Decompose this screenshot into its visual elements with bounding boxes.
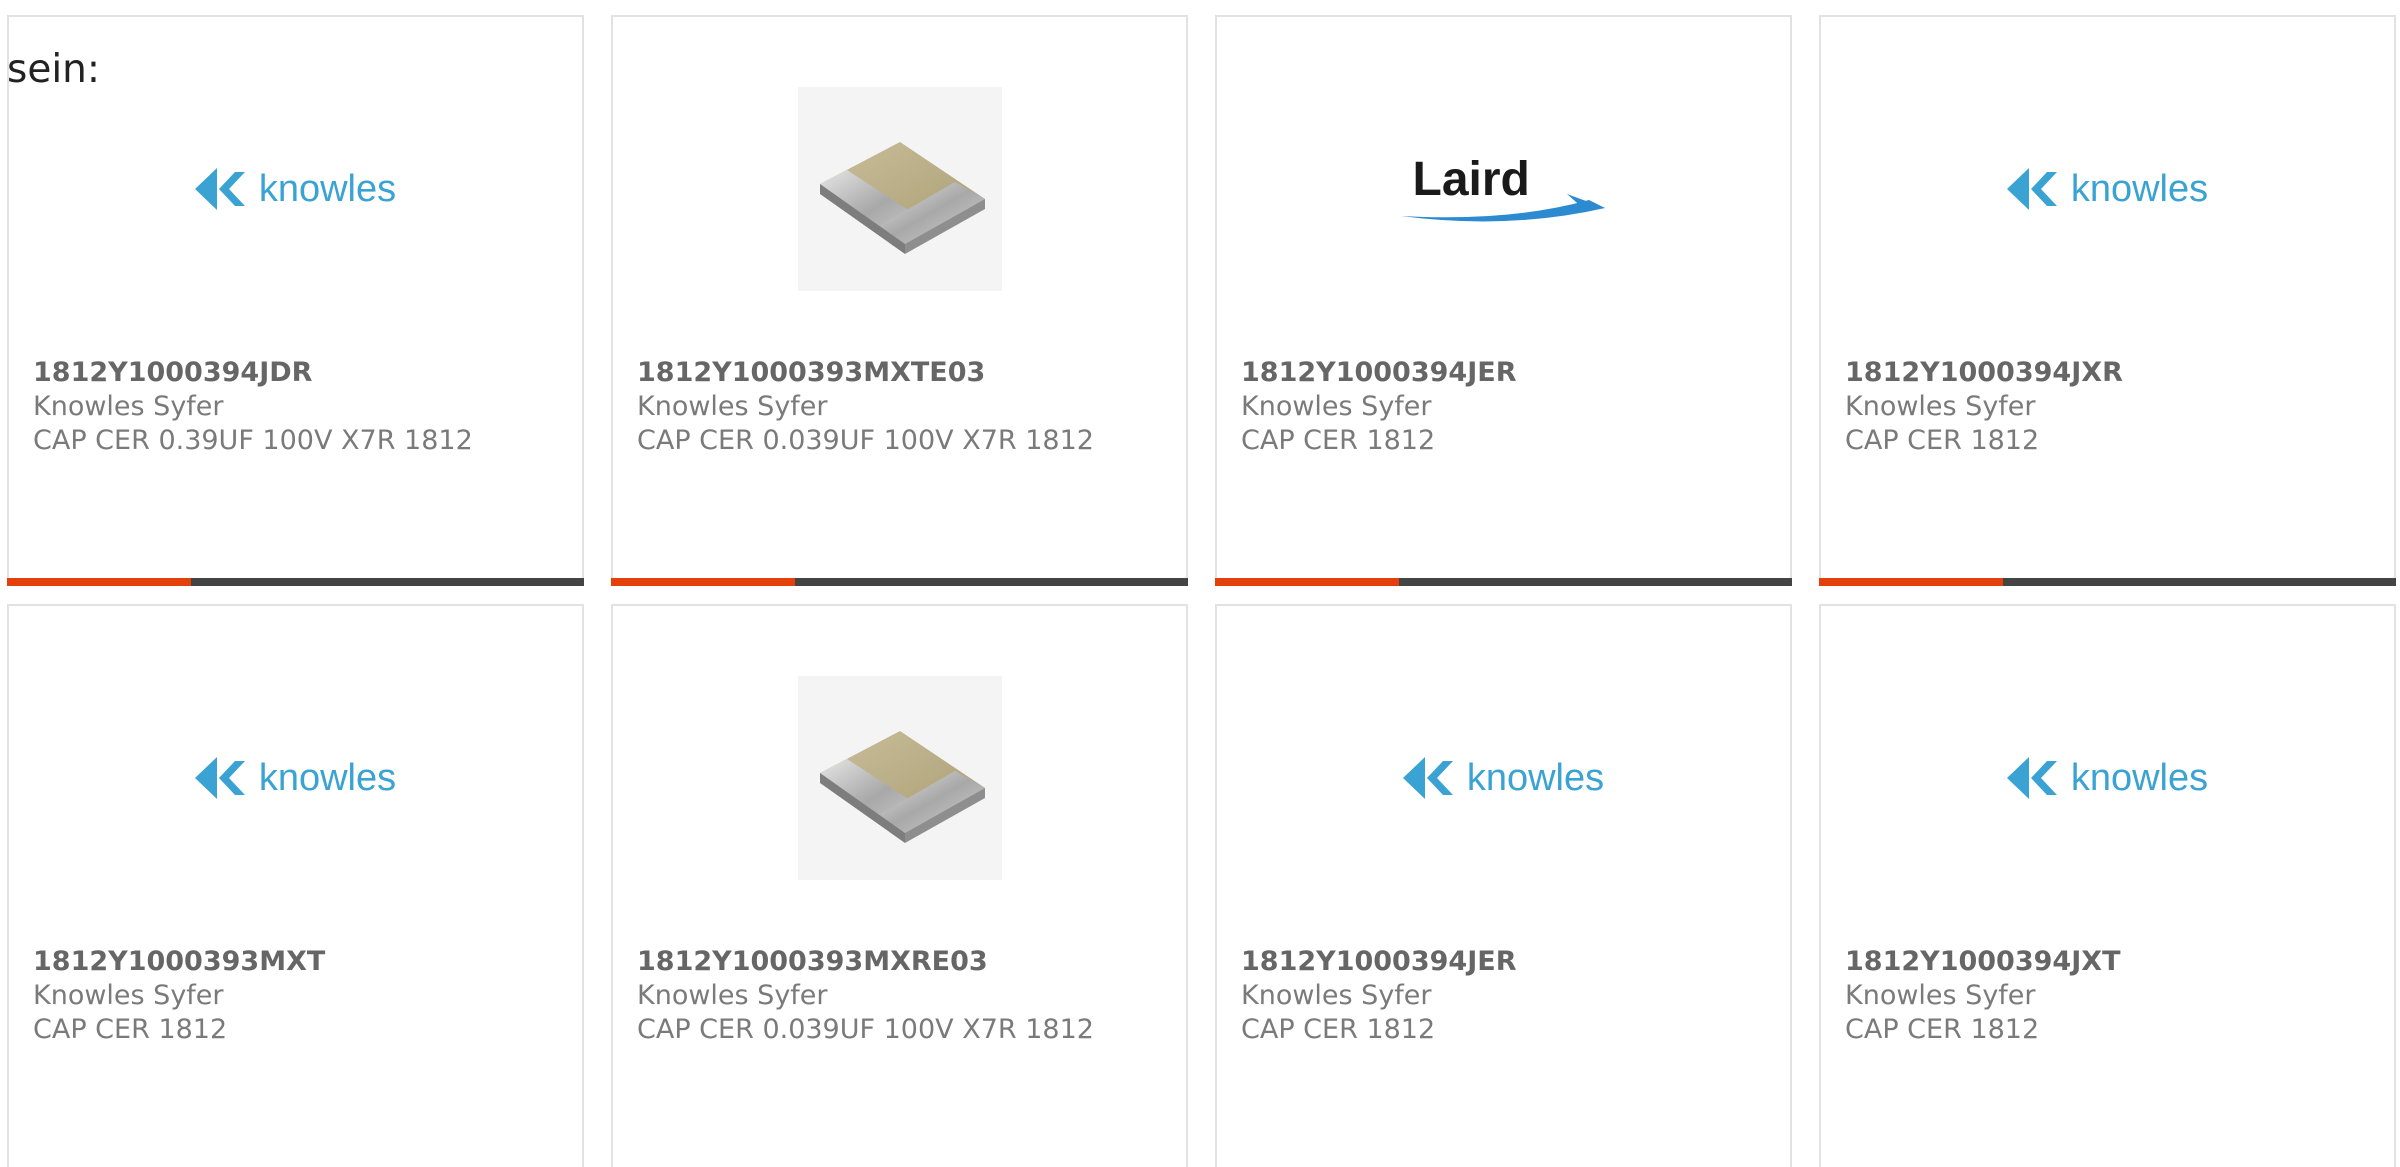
part-number[interactable]: 1812Y1000393MXTE03 — [637, 356, 1176, 390]
description: CAP CER 1812 — [1845, 1014, 2040, 1045]
knowles-mark-icon — [2006, 168, 2057, 210]
product-grid-page: knowles 1812Y1000394JDR Knowles Syfer CA… — [0, 0, 2400, 1167]
product-card[interactable]: knowles 1812Y1000393MXT Knowles Syfer CA… — [7, 604, 584, 1167]
manufacturer: Knowles Syfer — [1845, 391, 2036, 422]
product-card[interactable]: knowles 1812Y1000394JXR Knowles Syfer CA… — [1819, 15, 2396, 586]
description: CAP CER 0.039UF 100V X7R 1812 — [637, 425, 1094, 456]
manufacturer: Knowles Syfer — [1241, 980, 1432, 1011]
product-card[interactable]: knowles 1812Y1000394JER Knowles Syfer CA… — [1215, 604, 1792, 1167]
knowles-mark-icon — [2006, 757, 2057, 799]
product-image[interactable] — [613, 87, 1186, 291]
description: CAP CER 1812 — [1845, 425, 2040, 456]
product-image[interactable]: knowles — [9, 676, 582, 880]
card-bar-accent — [7, 578, 191, 586]
manufacturer: Knowles Syfer — [637, 980, 828, 1011]
manufacturer: Knowles Syfer — [33, 391, 224, 422]
product-image[interactable]: knowles — [1821, 87, 2394, 291]
part-number[interactable]: 1812Y1000394JDR — [33, 356, 572, 390]
manufacturer: Knowles Syfer — [637, 391, 828, 422]
card-bar-accent — [1819, 578, 2003, 586]
card-bar — [7, 578, 584, 586]
part-number[interactable]: 1812Y1000393MXT — [33, 945, 572, 979]
chip-capacitor-image — [797, 676, 1002, 880]
part-number[interactable]: 1812Y1000394JXT — [1845, 945, 2384, 979]
intro-text: sein: — [7, 47, 101, 92]
knowles-logo: knowles — [194, 168, 396, 211]
product-image[interactable] — [613, 676, 1186, 880]
knowles-logo: knowles — [2006, 168, 2208, 211]
card-bar-accent — [1215, 578, 1399, 586]
chip-capacitor-icon — [819, 142, 985, 254]
product-card[interactable]: knowles 1812Y1000394JDR Knowles Syfer CA… — [7, 15, 584, 586]
product-image[interactable]: Laird — [1217, 87, 1790, 291]
knowles-logo: knowles — [1402, 757, 1604, 800]
manufacturer: Knowles Syfer — [33, 980, 224, 1011]
part-number[interactable]: 1812Y1000393MXRE03 — [637, 945, 1176, 979]
description: CAP CER 1812 — [1241, 1014, 1436, 1045]
knowles-logo: knowles — [2006, 757, 2208, 800]
card-bar — [611, 578, 1188, 586]
part-number[interactable]: 1812Y1000394JER — [1241, 945, 1780, 979]
part-number[interactable]: 1812Y1000394JER — [1241, 356, 1780, 390]
product-card[interactable]: Laird 1812Y1000394JER Knowles Syfer CAP … — [1215, 15, 1792, 586]
product-card[interactable]: knowles 1812Y1000394JXT Knowles Syfer CA… — [1819, 604, 2396, 1167]
card-bar — [1819, 578, 2396, 586]
manufacturer: Knowles Syfer — [1845, 980, 2036, 1011]
product-card[interactable]: 1812Y1000393MXTE03 Knowles Syfer CAP CER… — [611, 15, 1188, 586]
card-bar — [1215, 578, 1792, 586]
description: CAP CER 1812 — [1241, 425, 1436, 456]
description: CAP CER 0.039UF 100V X7R 1812 — [637, 1014, 1094, 1045]
knowles-mark-icon — [1402, 757, 1453, 799]
knowles-mark-icon — [194, 168, 245, 210]
product-image[interactable]: knowles — [9, 87, 582, 291]
chip-capacitor-image — [797, 87, 1002, 291]
laird-logo: Laird — [1399, 153, 1609, 222]
part-number[interactable]: 1812Y1000394JXR — [1845, 356, 2384, 390]
chip-capacitor-icon — [819, 731, 985, 843]
description: CAP CER 1812 — [33, 1014, 228, 1045]
product-image[interactable]: knowles — [1217, 676, 1790, 880]
laird-swoosh-icon — [1400, 194, 1605, 222]
knowles-mark-icon — [194, 757, 245, 799]
manufacturer: Knowles Syfer — [1241, 391, 1432, 422]
description: CAP CER 0.39UF 100V X7R 1812 — [33, 425, 473, 456]
card-bar-accent — [611, 578, 795, 586]
product-card[interactable]: 1812Y1000393MXRE03 Knowles Syfer CAP CER… — [611, 604, 1188, 1167]
product-image[interactable]: knowles — [1821, 676, 2394, 880]
knowles-logo: knowles — [194, 757, 396, 800]
